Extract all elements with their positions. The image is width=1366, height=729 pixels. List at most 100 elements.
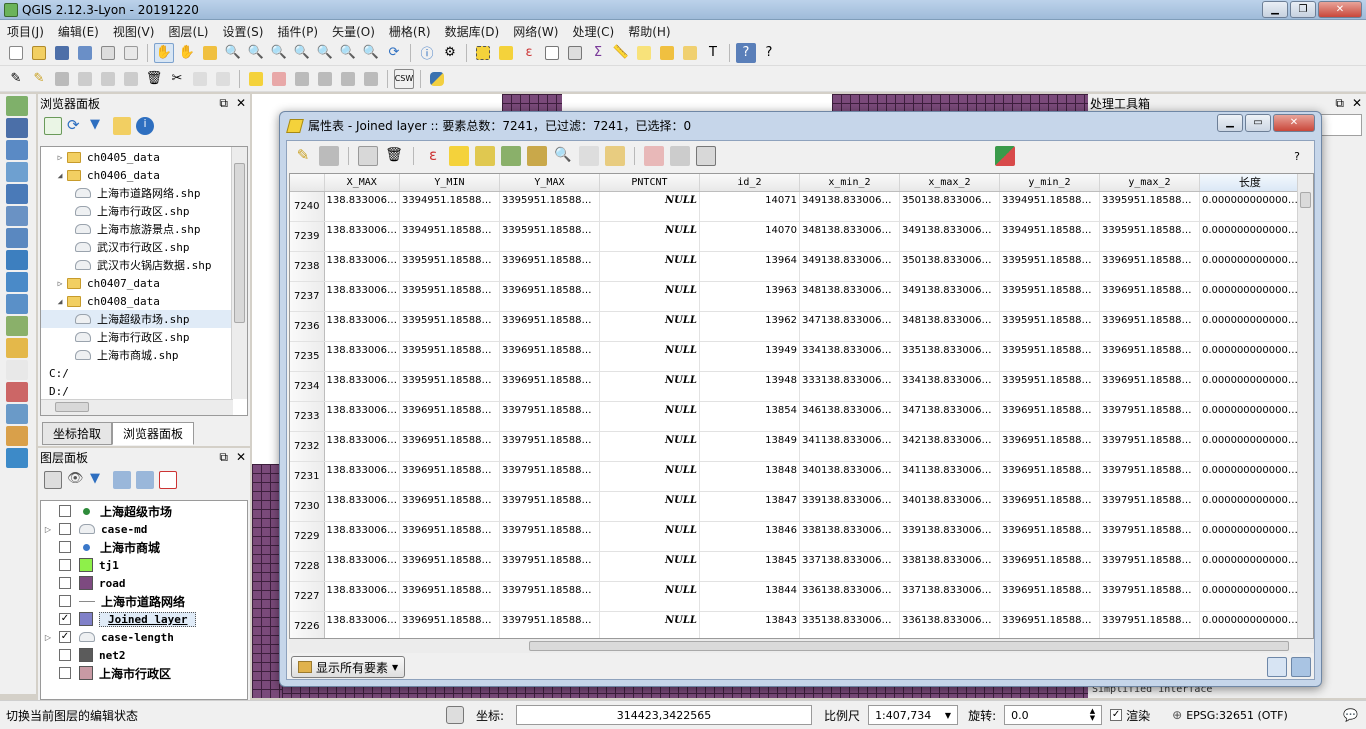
deselect-icon[interactable] (496, 43, 516, 63)
collapsed-arrow-icon[interactable]: ▷ (53, 279, 67, 288)
table-cell[interactable]: 0.000000000000… (1199, 281, 1301, 312)
browser-file-item[interactable]: 上海市道路网络.shp (41, 184, 247, 202)
table-cell[interactable]: 3396951.18588… (1099, 371, 1200, 402)
table-cell[interactable]: 340138.833006… (899, 491, 1000, 522)
open-attribute-table-icon[interactable] (542, 43, 562, 63)
table-cell[interactable]: 341138.833006… (799, 431, 900, 462)
browser-drive-item[interactable]: D:/ (41, 382, 247, 400)
menu-item[interactable]: 项目(J) (0, 20, 51, 40)
select-features-icon[interactable] (473, 43, 493, 63)
table-cell[interactable]: 3395951.18588… (499, 221, 600, 252)
copy-features-icon[interactable] (190, 69, 210, 89)
table-cell[interactable]: 13846 (699, 521, 800, 552)
layer-visibility-checkbox[interactable]: ✓ (59, 613, 71, 625)
layer-item[interactable]: tj1 (41, 556, 247, 574)
expand-all-icon[interactable] (113, 471, 131, 489)
table-cell[interactable]: 13949 (699, 341, 800, 372)
layer-styling-icon[interactable] (44, 471, 62, 489)
help-contents-icon[interactable]: ? (736, 42, 756, 63)
table-cell[interactable]: NULL (599, 251, 700, 282)
browser-folder-item[interactable]: ▷ ch0407_data (41, 274, 247, 292)
menu-item[interactable]: 图层(L) (161, 20, 215, 40)
layer-visibility-checkbox[interactable] (59, 595, 71, 607)
label-toolbar-icon[interactable] (246, 69, 266, 89)
browser-drive-item[interactable]: C:/ (41, 364, 247, 382)
layer-visibility-checkbox[interactable]: ✓ (59, 631, 71, 643)
statistics-icon[interactable]: Σ (588, 43, 608, 63)
remove-layer-icon[interactable] (159, 471, 177, 489)
add-wfs-icon[interactable] (6, 294, 28, 314)
table-cell[interactable]: 138.833006… (324, 371, 400, 402)
browser-folder-item[interactable]: ▷ ch0405_data (41, 148, 247, 166)
table-row[interactable]: 7232 138.833006… 3396951.18588… 3397951.185… (290, 431, 1301, 462)
zoom-map-to-selected-icon[interactable]: 🔍 (553, 146, 573, 166)
cut-features-icon[interactable]: ✂ (167, 69, 187, 89)
digitize-icon[interactable] (6, 360, 28, 380)
table-cell[interactable]: 3395951.18588… (1099, 191, 1200, 222)
identify-icon[interactable]: ⓘ (417, 43, 437, 63)
table-cell[interactable]: 337138.833006… (799, 551, 900, 582)
paste-features-icon[interactable] (605, 146, 625, 166)
table-corner[interactable] (290, 174, 325, 192)
text-annotation-icon[interactable]: T (703, 43, 723, 63)
table-cell[interactable]: 0.000000000000… (1199, 551, 1301, 582)
table-cell[interactable]: 3396951.18588… (1099, 251, 1200, 282)
table-cell[interactable]: 3396951.18588… (399, 521, 500, 552)
csw-icon[interactable]: CSW (394, 68, 414, 89)
pan-map-icon[interactable]: ✋ (154, 42, 174, 63)
table-cell[interactable]: 349138.833006… (899, 281, 1000, 312)
table-cell[interactable]: 3396951.18588… (399, 401, 500, 432)
table-cell[interactable]: 3394951.18588… (399, 221, 500, 252)
browser-file-item[interactable]: 上海市旅游景点.shp (41, 220, 247, 238)
expanded-arrow-icon[interactable]: ◢ (53, 297, 67, 306)
column-header[interactable]: x_max_2 (899, 174, 1000, 192)
layer-item[interactable]: ✓ Joined layer (41, 610, 247, 628)
table-cell[interactable]: 0.000000000000… (1199, 461, 1301, 492)
table-cell[interactable]: 0.000000000000… (1199, 371, 1301, 402)
table-cell[interactable]: 3395951.18588… (1099, 221, 1200, 252)
column-header[interactable]: y_min_2 (999, 174, 1100, 192)
table-cell[interactable]: 138.833006… (324, 251, 400, 282)
table-cell[interactable]: 349138.833006… (799, 251, 900, 282)
collapse-all-icon[interactable] (113, 117, 131, 135)
table-cell[interactable]: 13843 (699, 611, 800, 638)
measure-icon[interactable]: 📏 (611, 43, 631, 63)
table-cell[interactable]: 3395951.18588… (999, 371, 1100, 402)
table-cell[interactable]: 3395951.18588… (499, 191, 600, 222)
zoom-full-icon[interactable]: 🔍 (292, 43, 312, 63)
filter-legend-icon[interactable]: ▼ (90, 471, 108, 489)
print-composer-icon[interactable] (98, 43, 118, 63)
table-cell[interactable]: 3396951.18588… (999, 401, 1100, 432)
table-cell[interactable]: 3397951.18588… (1099, 521, 1200, 552)
messages-toggle-icon[interactable] (446, 706, 464, 724)
show-bookmarks-icon[interactable] (680, 43, 700, 63)
table-cell[interactable]: NULL (599, 371, 700, 402)
table-cell[interactable]: 138.833006… (324, 461, 400, 492)
close-button[interactable]: ✕ (1318, 1, 1362, 18)
table-cell[interactable]: 3397951.18588… (499, 611, 600, 638)
table-cell[interactable]: 13962 (699, 311, 800, 342)
column-header[interactable]: Y_MAX (499, 174, 600, 192)
browser-vertical-scrollbar[interactable] (231, 147, 247, 399)
row-header[interactable]: 7230 (290, 491, 325, 522)
table-cell[interactable]: 3396951.18588… (499, 341, 600, 372)
new-field-icon[interactable] (644, 146, 664, 166)
menu-item[interactable]: 帮助(H) (621, 20, 677, 40)
table-cell[interactable]: 138.833006… (324, 581, 400, 612)
table-cell[interactable]: 13963 (699, 281, 800, 312)
grid-horizontal-scrollbar[interactable] (289, 639, 1314, 653)
layer-visibility-checkbox[interactable] (59, 559, 71, 571)
table-row[interactable]: 7233 138.833006… 3396951.18588… 3397951.185… (290, 401, 1301, 432)
menu-item[interactable]: 处理(C) (565, 20, 621, 40)
column-header[interactable]: x_min_2 (799, 174, 900, 192)
layer-item[interactable]: net2 (41, 646, 247, 664)
pan-map-to-selected-icon[interactable] (527, 146, 547, 166)
menu-item[interactable]: 矢量(O) (325, 20, 382, 40)
table-cell[interactable]: 3395951.18588… (399, 341, 500, 372)
table-row[interactable]: 7240 138.833006… 3394951.18588… 3395951.185… (290, 191, 1301, 222)
table-cell[interactable]: 339138.833006… (899, 521, 1000, 552)
table-cell[interactable]: 3395951.18588… (999, 341, 1100, 372)
table-cell[interactable]: 342138.833006… (899, 431, 1000, 462)
table-row[interactable]: 7235 138.833006… 3395951.18588… 3396951.185… (290, 341, 1301, 372)
add-spatialite-icon[interactable] (6, 162, 28, 182)
